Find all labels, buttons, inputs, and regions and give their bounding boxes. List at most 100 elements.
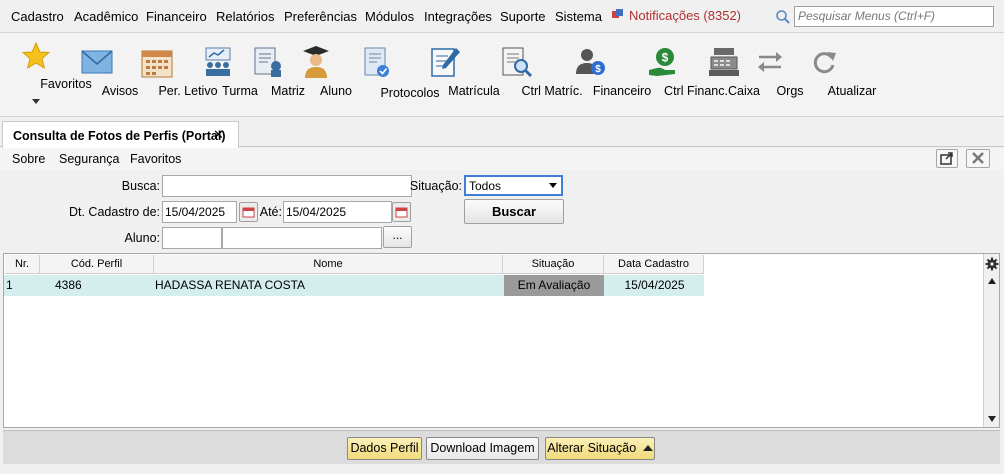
aluno-name-input[interactable]: [222, 227, 382, 249]
close-icon: [972, 152, 984, 164]
orgs-icon: [758, 52, 782, 72]
star-icon: [22, 42, 50, 70]
protocol-icon: [364, 47, 389, 77]
scroll-down-icon[interactable]: [987, 415, 997, 423]
submenu-seguranca[interactable]: Segurança: [59, 152, 119, 166]
toolbar-protocolos-button[interactable]: Protocolos: [344, 33, 440, 117]
tab-title: Consulta de Fotos de Perfis (Portal): [13, 129, 226, 143]
menu-sistema[interactable]: Sistema: [555, 9, 602, 24]
dt-from-input[interactable]: 15/04/2025: [162, 201, 237, 223]
menu-suporte[interactable]: Suporte: [500, 9, 546, 24]
toolbar-atualizar-label: Atualizar: [827, 84, 877, 98]
download-imagem-button[interactable]: Download Imagem: [426, 437, 539, 460]
refresh-icon: [813, 52, 836, 74]
notifications-label: Notificações (8352): [629, 8, 741, 23]
chevron-down-icon: [32, 99, 40, 104]
menu-modulos[interactable]: Módulos: [365, 9, 414, 24]
chevron-up-icon: [642, 445, 653, 451]
toolbar-turma-button[interactable]: Turma: [196, 33, 258, 117]
buscar-button[interactable]: Buscar: [464, 199, 564, 224]
situacao-label: Situação:: [409, 179, 462, 193]
finance-icon: $: [576, 49, 605, 75]
situacao-select[interactable]: Todos: [464, 175, 563, 196]
toolbar-caixa-button[interactable]: Caixa: [704, 33, 760, 117]
aluno-label: Aluno:: [124, 231, 160, 245]
dt-from-calendar-button[interactable]: [239, 202, 258, 222]
toolbar-per-letivo-button[interactable]: Per. Letivo: [126, 33, 218, 117]
situacao-value: Todos: [469, 179, 502, 193]
busca-label: Busca:: [121, 179, 160, 193]
tab-strip: Consulta de Fotos de Perfis (Portal) ✕: [0, 117, 1004, 148]
calendar-icon: [242, 207, 255, 218]
aluno-code-input[interactable]: [162, 227, 222, 249]
alterar-situacao-label: Alterar Situação: [547, 441, 637, 455]
envelope-icon: [81, 50, 113, 74]
menu-search-input[interactable]: Pesquisar Menus (Ctrl+F): [794, 6, 994, 27]
external-window-icon: [940, 152, 953, 165]
table-row[interactable]: 1 4386 HADASSA RENATA COSTA Em Avaliação…: [4, 275, 704, 296]
toolbar-atualizar-button[interactable]: Atualizar: [796, 33, 876, 117]
close-icon[interactable]: ✕: [213, 127, 224, 143]
toolbar-ctrl-matric-button[interactable]: Ctrl Matríc.: [482, 33, 583, 117]
vertical-scrollbar[interactable]: [983, 254, 999, 427]
menu-preferencias[interactable]: Preferências: [284, 9, 357, 24]
scroll-up-icon[interactable]: [987, 277, 997, 285]
enrollment-icon: [431, 48, 460, 77]
calendar-icon: [141, 50, 173, 78]
column-header-nr[interactable]: Nr.: [5, 255, 40, 274]
cell-situacao: Em Avaliação: [504, 275, 604, 296]
toolbar-orgs-button[interactable]: Orgs: [750, 33, 804, 117]
calendar-icon: [395, 207, 408, 218]
ate-label: Até:: [259, 205, 282, 219]
dados-perfil-button[interactable]: Dados Perfil: [347, 437, 422, 460]
notification-icon: [612, 9, 623, 18]
alterar-situacao-button[interactable]: Alterar Situação: [545, 437, 655, 460]
menu-cadastro[interactable]: Cadastro: [11, 9, 64, 24]
toolbar-ctrl-financ-button[interactable]: $ Ctrl Financ.: [630, 33, 728, 117]
dt-to-calendar-button[interactable]: [392, 202, 411, 222]
column-header-data-cadastro[interactable]: Data Cadastro: [604, 255, 704, 274]
submenu-favoritos[interactable]: Favoritos: [130, 152, 181, 166]
action-bar: Dados Perfil Download Imagem Alterar Sit…: [3, 430, 1000, 464]
detach-window-button[interactable]: [936, 149, 958, 168]
menu-integracoes[interactable]: Integrações: [424, 9, 492, 24]
toolbar-favoritos-button[interactable]: Favoritos: [6, 33, 92, 117]
main-toolbar: Favoritos Avisos Per. Letivo Turma Matri…: [0, 33, 1004, 117]
dt-to-input[interactable]: 15/04/2025: [283, 201, 392, 223]
enrollment-control-icon: [502, 47, 533, 78]
search-icon: [776, 10, 790, 24]
student-icon: [303, 46, 329, 78]
column-header-nome[interactable]: Nome: [154, 255, 503, 274]
toolbar-matricula-button[interactable]: Matrícula: [418, 33, 500, 117]
menu-relatorios[interactable]: Relatórios: [216, 9, 275, 24]
close-window-button[interactable]: [966, 149, 990, 168]
column-header-cod-perfil[interactable]: Cód. Perfil: [40, 255, 154, 274]
toolbar-avisos-button[interactable]: Avisos: [74, 33, 138, 117]
toolbar-financeiro-button[interactable]: $ Financeiro: [558, 33, 651, 117]
finance-control-icon: $: [649, 48, 675, 76]
toolbar-aluno-button[interactable]: Aluno: [296, 33, 352, 117]
cash-register-icon: [709, 48, 739, 76]
toolbar-matriz-button[interactable]: Matriz: [248, 33, 305, 117]
chevron-down-icon: [549, 183, 557, 188]
matrix-icon: [254, 47, 281, 77]
classroom-icon: [205, 47, 231, 76]
busca-input[interactable]: [162, 175, 412, 197]
cell-data-cadastro: 15/04/2025: [624, 278, 685, 292]
cell-nome: HADASSA RENATA COSTA: [155, 278, 306, 292]
aluno-lookup-button[interactable]: ...: [383, 226, 412, 248]
results-grid: Nr. Cód. Perfil Nome Situação Data Cadas…: [3, 253, 1000, 428]
notifications-link[interactable]: Notificações (8352): [612, 8, 741, 23]
gear-icon[interactable]: [985, 256, 999, 272]
menu-academico[interactable]: Acadêmico: [74, 9, 138, 24]
cell-nr: 1: [6, 278, 13, 292]
column-header-situacao[interactable]: Situação: [503, 255, 604, 274]
dt-cadastro-label: Dt. Cadastro de:: [68, 205, 160, 219]
submenu-sobre[interactable]: Sobre: [12, 152, 45, 166]
sub-menu-bar: Sobre Segurança Favoritos: [0, 148, 1004, 170]
tab-consulta-fotos[interactable]: Consulta de Fotos de Perfis (Portal) ✕: [2, 121, 239, 148]
svg-text:$: $: [595, 64, 601, 75]
menu-financeiro[interactable]: Financeiro: [146, 9, 207, 24]
menu-bar: Cadastro Acadêmico Financeiro Relatórios…: [0, 0, 1004, 33]
svg-text:$: $: [662, 51, 669, 65]
